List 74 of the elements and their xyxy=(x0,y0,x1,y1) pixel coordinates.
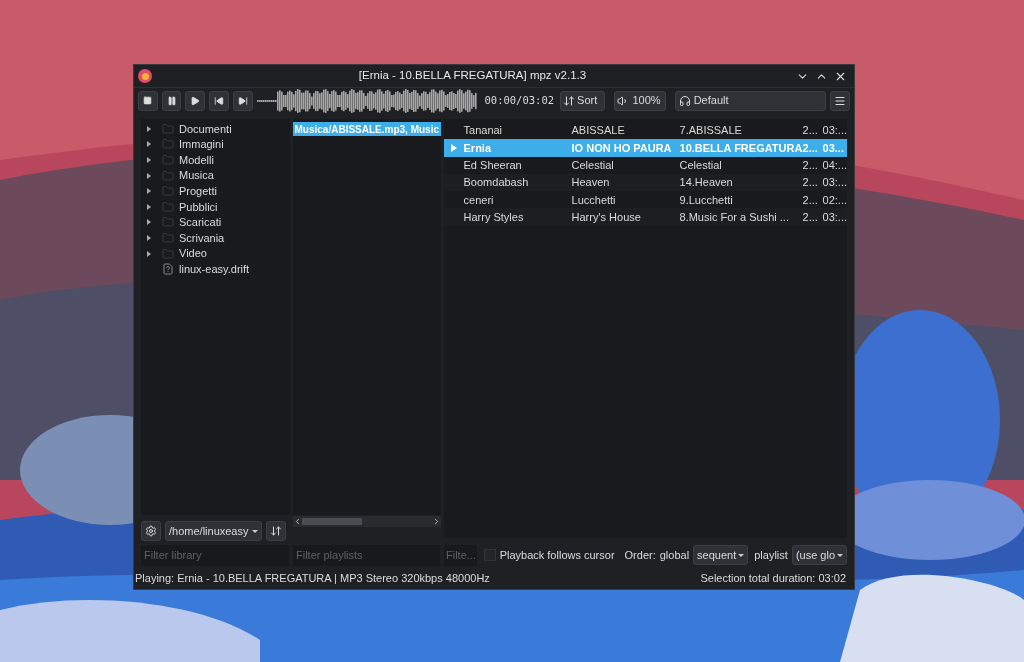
expand-arrow-icon[interactable] xyxy=(147,172,151,179)
playlist-filter-field[interactable]: Filter playlists xyxy=(293,544,440,566)
folder-icon xyxy=(162,122,174,135)
volume-button[interactable]: 100% xyxy=(614,90,666,111)
app-logo-icon xyxy=(138,69,152,83)
headphones-icon xyxy=(678,94,691,107)
menu-icon xyxy=(834,94,847,107)
playlist-order-dropdown[interactable]: (use glo xyxy=(791,545,847,565)
sort-icon xyxy=(270,525,282,537)
library-item[interactable]: Scaricati xyxy=(141,214,290,231)
path-dropdown[interactable]: /home/linuxeasy xyxy=(165,521,262,541)
sort-button[interactable]: Sort xyxy=(560,90,606,111)
skip-forward-icon xyxy=(237,95,248,106)
playlist-label: playlist xyxy=(754,547,788,563)
play-button[interactable] xyxy=(185,90,206,111)
skip-back-icon xyxy=(213,95,224,106)
library-item[interactable]: Documenti xyxy=(141,121,290,137)
folder-icon xyxy=(162,138,174,151)
library-item[interactable]: Pubblici xyxy=(141,198,290,215)
expand-arrow-icon[interactable] xyxy=(147,250,151,257)
track-filter-field[interactable]: Filte... xyxy=(444,544,477,566)
expand-arrow-icon[interactable] xyxy=(147,203,151,210)
next-button[interactable] xyxy=(232,90,253,111)
folder-icon xyxy=(162,200,174,213)
pause-button[interactable] xyxy=(161,90,182,111)
stop-icon xyxy=(143,96,153,105)
global-label: global xyxy=(659,547,690,563)
previous-button[interactable] xyxy=(209,90,229,111)
folder-icon xyxy=(162,216,174,229)
library-item[interactable]: Musica xyxy=(141,167,290,184)
waveform[interactable] xyxy=(256,88,479,113)
horizontal-scrollbar[interactable] xyxy=(292,516,441,527)
expand-arrow-icon[interactable] xyxy=(147,188,151,195)
expand-arrow-icon[interactable] xyxy=(147,141,151,148)
library-item[interactable]: Scrivania xyxy=(141,230,290,246)
status-text: Playing: Ernia - 10.BELLA FREGATURA | MP3 Stereo 320kbps 48000Hz xyxy=(135,570,490,586)
settings-button[interactable] xyxy=(141,521,161,541)
menu-button[interactable] xyxy=(830,90,850,111)
library-filter-field[interactable]: Filter library xyxy=(141,544,289,566)
play-icon xyxy=(190,95,201,106)
folder-icon xyxy=(162,169,174,182)
file-icon xyxy=(162,263,174,276)
folder-icon xyxy=(162,185,174,198)
scrollbar-thumb[interactable] xyxy=(301,518,362,525)
sort-icon xyxy=(563,94,576,107)
output-device-dropdown[interactable]: Default xyxy=(674,90,827,111)
library-item[interactable]: linux-easy.drift xyxy=(141,261,290,277)
library-item[interactable]: Progetti xyxy=(141,183,290,199)
sort-button[interactable] xyxy=(266,521,286,541)
library-item[interactable]: Video xyxy=(141,245,290,262)
folder-icon xyxy=(162,154,174,166)
expand-arrow-icon[interactable] xyxy=(147,219,151,226)
track-row[interactable]: Ed Sheeran Celestial Celestial 2... 04:... xyxy=(443,156,847,174)
expand-arrow-icon[interactable] xyxy=(147,234,151,241)
library-item[interactable]: Modelli xyxy=(141,152,290,168)
track-row[interactable]: Harry Styles Harry's House 8.Music For a Sushi ... 2... 03:... xyxy=(443,208,847,226)
folder-icon xyxy=(162,247,174,260)
track-row[interactable]: ceneri Lucchetti 9.Lucchetti 2... 02:... xyxy=(443,191,847,209)
window-title: [Ernia - 10.BELLA FREGATURA] mpz v2.1.3 xyxy=(357,68,588,84)
global-order-dropdown[interactable]: sequent xyxy=(693,545,749,565)
order-label: Order: xyxy=(624,547,656,563)
track-row[interactable]: Boomdabash Heaven 14.Heaven 2... 03:... xyxy=(443,173,847,192)
pause-icon xyxy=(166,95,177,106)
selection-duration: Selection total duration: 03:02 xyxy=(700,570,846,586)
expand-arrow-icon[interactable] xyxy=(147,157,151,163)
stop-button[interactable] xyxy=(138,90,158,111)
track-row[interactable]: Tananai ABISSALE 7.ABISSALE 2... 03:... xyxy=(443,122,847,140)
playing-icon xyxy=(450,143,457,152)
expand-arrow-icon[interactable] xyxy=(147,125,151,132)
checkbox-label: Playback follows cursor xyxy=(499,547,615,563)
library-item[interactable]: Immagini xyxy=(141,136,290,153)
playback-time: 00:00/03:02 xyxy=(484,92,555,108)
folder-icon xyxy=(162,231,174,244)
gear-icon xyxy=(145,525,157,537)
